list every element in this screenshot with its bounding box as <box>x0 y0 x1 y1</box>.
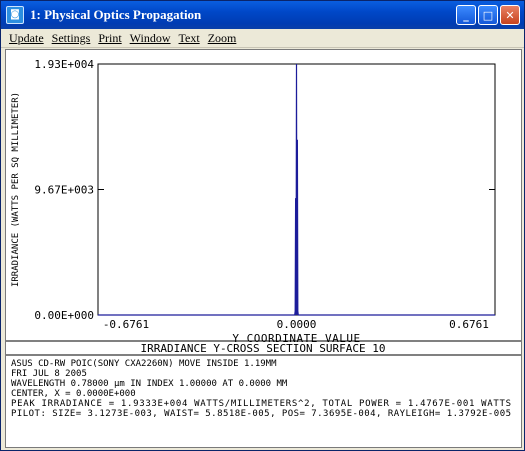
menu-update[interactable]: Update <box>9 31 44 46</box>
menu-bar: Update Settings Print Window Text Zoom <box>1 29 524 48</box>
menu-text[interactable]: Text <box>179 31 200 46</box>
minimize-button[interactable]: _ <box>456 5 476 25</box>
app-icon[interactable]: ◙ <box>6 6 24 24</box>
y-tick-label: 9.67E+003 <box>34 184 94 197</box>
application-window: ◙ 1: Physical Optics Propagation _ □ ✕ U… <box>0 0 525 451</box>
irradiance-chart: 1.93E+004 9.67E+003 0.00E+000 -0.6761 0.0000… <box>6 58 521 419</box>
window-title: 1: Physical Optics Propagation <box>30 7 202 22</box>
irradiance-series-line <box>98 63 495 316</box>
y-axis-label: IRRADIANCE (WATTS PER SQ MILLIMETER) <box>11 92 21 287</box>
info-line: WAVELENGTH 0.78000 µm IN INDEX 1.00000 A… <box>11 379 288 389</box>
info-line: CENTER, X = 0.0000E+000 <box>11 389 136 399</box>
maximize-button[interactable]: □ <box>478 5 498 25</box>
menu-print[interactable]: Print <box>98 31 121 46</box>
x-tick-label: 0.0000 <box>277 318 317 331</box>
x-tick-label: 0.6761 <box>449 318 489 331</box>
y-tick-label: 0.00E+000 <box>34 309 94 322</box>
window-controls: _ □ ✕ <box>456 5 520 25</box>
info-heading: IRRADIANCE Y-CROSS SECTION SURFACE 10 <box>140 342 385 355</box>
info-line: FRI JUL 8 2005 <box>11 369 87 379</box>
info-line: PILOT: SIZE= 3.1273E-003, WAIST= 5.8518E… <box>11 409 511 419</box>
close-button[interactable]: ✕ <box>500 5 520 25</box>
x-tick-label: -0.6761 <box>103 318 149 331</box>
y-tick-label: 1.93E+004 <box>34 58 94 71</box>
info-line: PEAK IRRADIANCE = 1.9333E+004 WATTS/MILL… <box>11 399 511 409</box>
menu-settings[interactable]: Settings <box>52 31 91 46</box>
plot-canvas: 1.93E+004 9.67E+003 0.00E+000 -0.6761 0.0000… <box>5 49 522 448</box>
title-bar[interactable]: ◙ 1: Physical Optics Propagation _ □ ✕ <box>1 1 524 29</box>
info-line: ASUS CD-RW POIC(SONY CXA2260N) MOVE INSI… <box>11 359 277 369</box>
menu-zoom[interactable]: Zoom <box>208 31 237 46</box>
menu-window[interactable]: Window <box>130 31 171 46</box>
